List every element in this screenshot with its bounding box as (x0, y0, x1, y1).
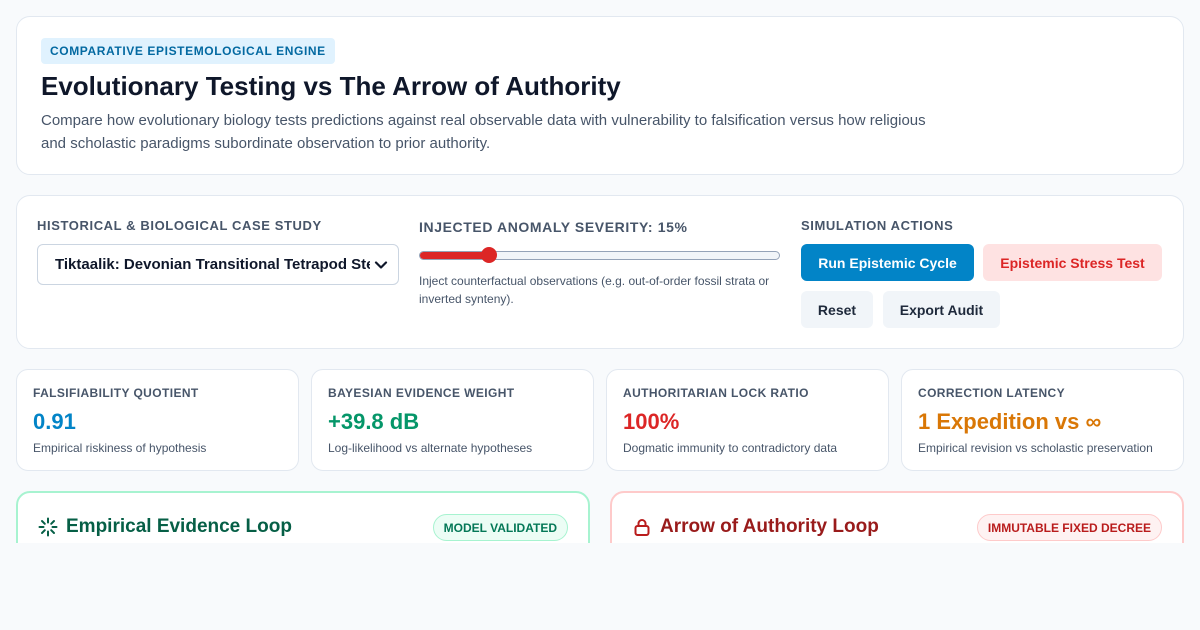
header-card: COMPARATIVE EPISTEMOLOGICAL ENGINE Evolu… (16, 16, 1184, 175)
empirical-loop-title: Empirical Evidence Loop (38, 516, 292, 538)
engine-eyebrow-badge: COMPARATIVE EPISTEMOLOGICAL ENGINE (41, 38, 335, 64)
epistemic-stress-test-button[interactable]: Epistemic Stress Test (983, 244, 1162, 281)
run-epistemic-cycle-button[interactable]: Run Epistemic Cycle (801, 244, 974, 281)
lock-icon (634, 519, 650, 536)
authority-loop-title: Arrow of Authority Loop (632, 516, 879, 538)
metric-value: 0.91 (33, 409, 76, 434)
metric-card-bayesian: BAYESIAN EVIDENCE WEIGHT +39.8 dB Log-li… (311, 369, 594, 471)
anomaly-slider-fill (420, 252, 490, 259)
case-study-label: HISTORICAL & BIOLOGICAL CASE STUDY (37, 218, 322, 233)
metric-card-correction-latency: CORRECTION LATENCY 1 Expedition vs ∞ Emp… (901, 369, 1184, 471)
controls-card: HISTORICAL & BIOLOGICAL CASE STUDY Tikta… (16, 195, 1184, 349)
anomaly-severity-label-text: INJECTED ANOMALY SEVERITY: (419, 219, 658, 235)
metric-card-authoritarian-lock: AUTHORITARIAN LOCK RATIO 100% Dogmatic i… (606, 369, 889, 471)
metric-subtext: Dogmatic immunity to contradictory data (623, 441, 838, 455)
empirical-loop-title-text: Empirical Evidence Loop (66, 516, 292, 537)
export-audit-button[interactable]: Export Audit (883, 291, 1000, 328)
metric-value: 1 Expedition vs ∞ (918, 409, 1102, 434)
page-title: Evolutionary Testing vs The Arrow of Aut… (41, 71, 621, 101)
metric-label: BAYESIAN EVIDENCE WEIGHT (328, 386, 515, 400)
immutable-fixed-decree-badge: IMMUTABLE FIXED DECREE (976, 514, 1162, 541)
loader-icon (38, 517, 58, 537)
metric-subtext: Empirical riskiness of hypothesis (33, 441, 207, 455)
anomaly-severity-label: INJECTED ANOMALY SEVERITY: 15% (419, 219, 688, 235)
metric-card-falsifiability: FALSIFIABILITY QUOTIENT 0.91 Empirical r… (16, 369, 299, 471)
reset-button[interactable]: Reset (801, 291, 873, 328)
anomaly-slider-track[interactable] (419, 251, 780, 260)
case-study-selected-value: Tiktaalik: Devonian Transitional Tetrapo… (55, 256, 370, 273)
anomaly-slider-thumb[interactable] (480, 247, 497, 263)
page-description: Compare how evolutionary biology tests p… (41, 112, 926, 152)
metric-value: +39.8 dB (328, 409, 420, 434)
anomaly-slider-hint: Inject counterfactual observations (e.g.… (419, 274, 770, 306)
metric-label: CORRECTION LATENCY (918, 386, 1065, 400)
metric-label: FALSIFIABILITY QUOTIENT (33, 386, 199, 400)
anomaly-severity-value: 15% (657, 219, 688, 235)
metric-value: 100% (623, 409, 680, 434)
simulation-actions-label: SIMULATION ACTIONS (801, 218, 954, 233)
authority-loop-title-text: Arrow of Authority Loop (660, 516, 879, 537)
model-validated-badge: MODEL VALIDATED (432, 514, 568, 541)
chevron-down-icon (374, 260, 388, 269)
metric-subtext: Empirical revision vs scholastic preserv… (918, 441, 1153, 455)
metric-subtext: Log-likelihood vs alternate hypotheses (328, 441, 533, 455)
metric-label: AUTHORITARIAN LOCK RATIO (623, 386, 809, 400)
page-background-bottom (0, 543, 1200, 630)
case-study-select[interactable]: Tiktaalik: Devonian Transitional Tetrapo… (37, 244, 399, 285)
